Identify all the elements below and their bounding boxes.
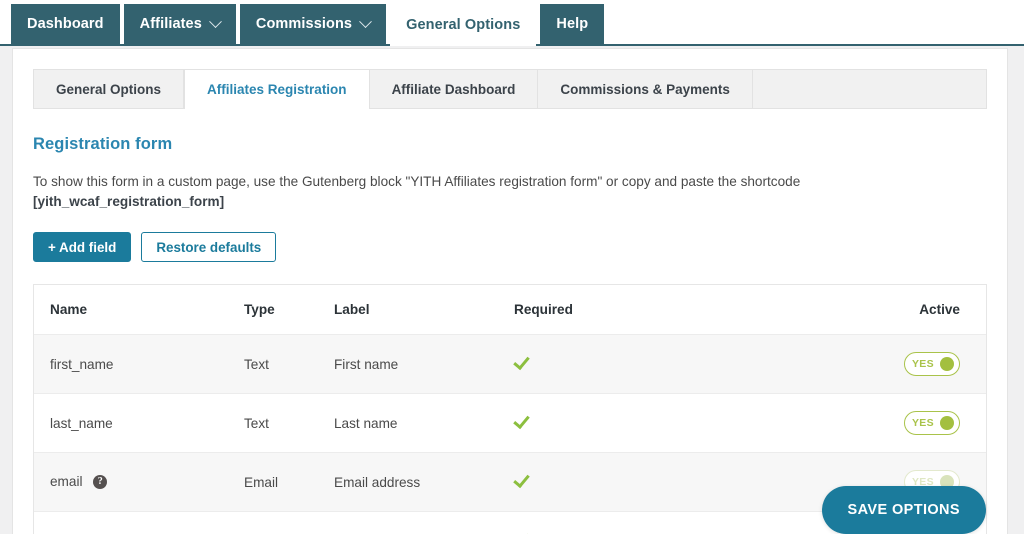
- tab-label: General Options: [56, 81, 162, 97]
- nav-item-label: Affiliates: [139, 16, 202, 32]
- cell-field-label: Last name: [334, 393, 514, 453]
- column-header-required: Required: [514, 285, 814, 335]
- toggle-label: YES: [912, 417, 934, 429]
- table-row: first_name Text First name YES: [34, 334, 986, 394]
- section-title: Registration form: [33, 135, 173, 153]
- table-row: last_name Text Last name YES: [34, 393, 986, 453]
- cell-field-required: [513, 393, 814, 453]
- active-toggle[interactable]: YES: [904, 411, 960, 435]
- chevron-down-icon: [359, 14, 372, 28]
- column-header-active: Active: [814, 285, 986, 335]
- tab-affiliates-registration[interactable]: Affiliates Registration: [184, 69, 370, 109]
- cell-field-name: username ?: [34, 511, 244, 534]
- cell-field-type: Text: [244, 393, 334, 453]
- section-description: To show this form in a custom page, use …: [33, 172, 833, 212]
- toggle-knob: [940, 357, 954, 371]
- tab-general-options[interactable]: General Options: [33, 69, 185, 108]
- page-root: Dashboard Affiliates Commissions General…: [0, 0, 1024, 534]
- cell-field-active: YES: [814, 334, 986, 394]
- restore-defaults-button[interactable]: Restore defaults: [141, 232, 277, 262]
- nav-item-dashboard[interactable]: Dashboard: [11, 4, 120, 44]
- toggle-knob: [940, 416, 954, 430]
- cell-field-type: Text: [244, 511, 334, 534]
- nav-item-help[interactable]: Help: [540, 4, 605, 44]
- check-icon: [513, 352, 530, 370]
- tab-commissions-payments[interactable]: Commissions & Payments: [538, 69, 753, 108]
- tab-label: Affiliate Dashboard: [391, 81, 516, 97]
- table-header-row: Name Type Label Required Active: [34, 285, 986, 335]
- cell-field-label: Username: [334, 511, 514, 534]
- plugin-top-nav: Dashboard Affiliates Commissions General…: [0, 0, 1024, 46]
- cell-field-name: email ?: [34, 452, 244, 512]
- cell-field-name: last_name: [34, 393, 244, 453]
- field-name-text: email: [50, 474, 83, 490]
- nav-item-label: Help: [556, 16, 589, 32]
- nav-item-label: General Options: [406, 17, 521, 33]
- nav-item-label: Commissions: [255, 16, 353, 32]
- left-gutter: [0, 46, 12, 534]
- cell-field-active: YES: [814, 393, 986, 453]
- save-options-button[interactable]: SAVE OPTIONS: [821, 486, 986, 534]
- form-action-buttons: + Add field Restore defaults: [33, 232, 987, 262]
- column-header-label: Label: [334, 285, 514, 335]
- cell-field-label: First name: [334, 334, 514, 394]
- cell-field-label: Email address: [334, 452, 514, 512]
- check-icon: [513, 529, 530, 534]
- field-name-text: first_name: [50, 356, 114, 372]
- section-description-text: To show this form in a custom page, use …: [33, 174, 801, 189]
- cell-field-type: Text: [244, 334, 334, 394]
- cell-field-type: Email: [244, 452, 334, 512]
- column-header-type: Type: [244, 285, 334, 335]
- check-icon: [513, 470, 530, 488]
- help-icon[interactable]: ?: [93, 474, 108, 489]
- cell-field-required: [513, 511, 814, 534]
- tab-affiliate-dashboard[interactable]: Affiliate Dashboard: [369, 69, 539, 108]
- right-gutter: [1008, 46, 1024, 534]
- nav-item-general-options[interactable]: General Options: [390, 4, 537, 46]
- cell-field-name: first_name: [34, 334, 244, 394]
- tab-bar-filler: [752, 69, 987, 108]
- tab-label: Commissions & Payments: [560, 81, 730, 97]
- nav-item-commissions[interactable]: Commissions: [239, 4, 387, 44]
- shortcode-text: [yith_wcaf_registration_form]: [33, 194, 225, 209]
- settings-panel: General Options Affiliates Registration …: [12, 48, 1008, 534]
- nav-item-affiliates[interactable]: Affiliates: [123, 4, 236, 44]
- field-name-text: last_name: [50, 415, 113, 431]
- toggle-label: YES: [912, 358, 934, 370]
- check-icon: [513, 411, 530, 429]
- settings-content: Registration form To show this form in a…: [13, 135, 1007, 534]
- add-field-button[interactable]: + Add field: [33, 232, 132, 262]
- cell-field-required: [513, 334, 814, 394]
- nav-item-label: Dashboard: [27, 16, 104, 32]
- column-header-name: Name: [34, 285, 244, 335]
- chevron-down-icon: [209, 14, 222, 28]
- active-toggle[interactable]: YES: [904, 352, 960, 376]
- tab-label: Affiliates Registration: [207, 82, 347, 97]
- cell-field-required: [513, 452, 814, 512]
- settings-tab-bar: General Options Affiliates Registration …: [33, 69, 987, 109]
